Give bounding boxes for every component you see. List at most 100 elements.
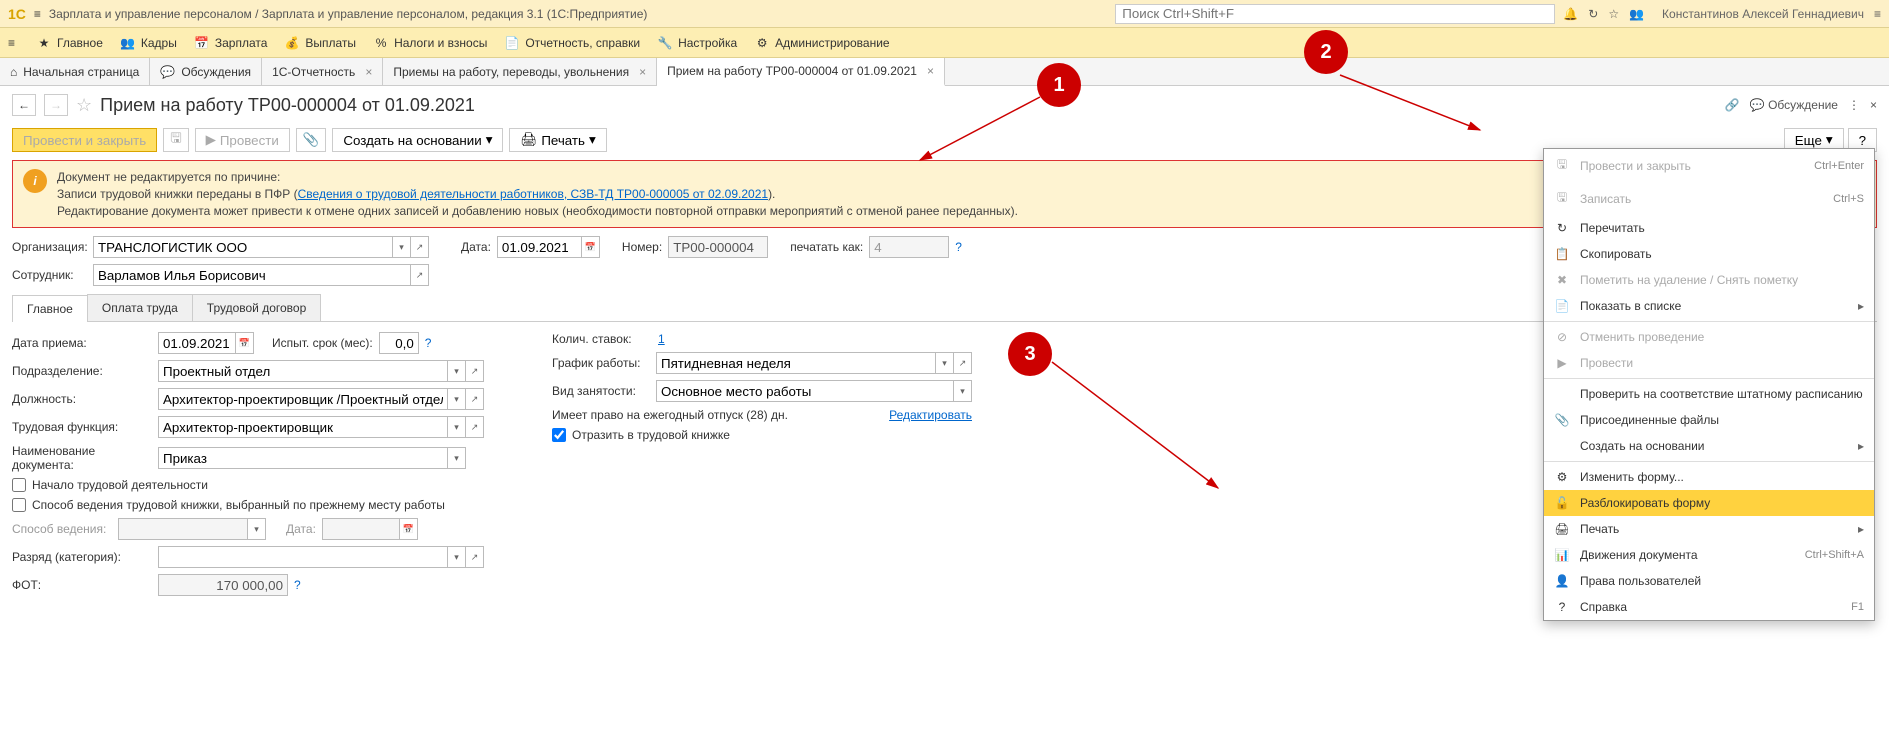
emp-input[interactable] (93, 264, 411, 286)
more-menu-item[interactable]: ⊘Отменить проведение (1544, 324, 1874, 350)
menu-nastroyka[interactable]: 🔧Настройка (658, 36, 737, 50)
menu-admin[interactable]: ⚙Администрирование (755, 36, 889, 50)
more-menu-item[interactable]: 📊Движения документаCtrl+Shift+A (1544, 542, 1874, 568)
close-icon[interactable]: × (639, 65, 646, 79)
more-menu-item[interactable]: Создать на основании▸ (1544, 433, 1874, 459)
more-menu-item[interactable]: ?СправкаF1 (1544, 594, 1874, 620)
post-button[interactable]: ▶ Провести (195, 128, 290, 152)
more-icon[interactable]: ⋮ (1848, 98, 1860, 112)
close-icon[interactable]: × (1870, 98, 1877, 112)
chk-start[interactable] (12, 478, 26, 492)
tab-discuss[interactable]: 💬Обсуждения (150, 58, 262, 85)
help-icon[interactable]: ? (294, 578, 301, 592)
ftab-contract[interactable]: Трудовой договор (192, 294, 321, 321)
open-icon[interactable]: ↗ (466, 388, 484, 410)
home-tab[interactable]: ⌂Начальная страница (0, 58, 150, 85)
burger-icon[interactable]: ≡ (34, 7, 41, 21)
menu-kadry[interactable]: 👥Кадры (121, 36, 177, 50)
close-icon[interactable]: × (365, 65, 372, 79)
menu-icon[interactable]: ≡ (1874, 7, 1881, 21)
menu-item-icon: 🖫 (1554, 188, 1570, 209)
chevron-down-icon[interactable]: ▾ (448, 546, 466, 568)
hire-date-input[interactable] (158, 332, 236, 354)
org-input[interactable] (93, 236, 393, 258)
more-menu-item[interactable]: 📎Присоединенные файлы (1544, 407, 1874, 433)
open-icon[interactable]: ↗ (411, 236, 429, 258)
func-input[interactable] (158, 416, 448, 438)
docname-input[interactable] (158, 447, 448, 469)
chevron-down-icon[interactable]: ▾ (448, 388, 466, 410)
back-button[interactable]: ← (12, 94, 36, 116)
tab-1c-report[interactable]: 1С-Отчетность× (262, 58, 383, 85)
dept-input[interactable] (158, 360, 448, 382)
schedule-input[interactable] (656, 352, 936, 374)
more-menu-item[interactable]: 📄Показать в списке▸ (1544, 293, 1874, 319)
discuss-link[interactable]: 💬 Обсуждение (1750, 98, 1838, 112)
chk-method[interactable] (12, 498, 26, 512)
close-icon[interactable]: × (927, 64, 934, 78)
attach-button[interactable]: 📎 (296, 128, 327, 152)
chevron-down-icon[interactable]: ▾ (393, 236, 411, 258)
calendar-icon[interactable]: 📅 (582, 236, 600, 258)
bell-icon[interactable]: 🔔 (1563, 7, 1578, 21)
more-menu-item[interactable]: ⚙Изменить форму... (1544, 464, 1874, 490)
post-close-button[interactable]: Провести и закрыть (12, 128, 157, 152)
tab-doc[interactable]: Прием на работу ТР00-000004 от 01.09.202… (657, 58, 945, 86)
user-name[interactable]: Константинов Алексей Геннадиевич (1662, 7, 1864, 21)
emptype-input[interactable] (656, 380, 954, 402)
more-menu-item[interactable]: 🖫ЗаписатьCtrl+S (1544, 182, 1874, 215)
global-search-input[interactable] (1115, 4, 1555, 24)
chevron-down-icon[interactable]: ▾ (448, 416, 466, 438)
user-icon[interactable]: 👥 (1629, 7, 1644, 21)
chevron-down-icon[interactable]: ▾ (936, 352, 954, 374)
date-input[interactable] (497, 236, 582, 258)
more-menu-item[interactable]: 🔓Разблокировать форму (1544, 490, 1874, 516)
warn-link[interactable]: Сведения о трудовой деятельности работни… (298, 187, 768, 201)
pos-input[interactable] (158, 388, 448, 410)
save-button[interactable]: 🖫 (163, 128, 188, 152)
help-icon[interactable]: ? (425, 336, 432, 350)
calendar-icon[interactable]: 📅 (400, 518, 418, 540)
menu-zarplata[interactable]: 📅Зарплата (195, 36, 268, 50)
open-icon[interactable]: ↗ (411, 264, 429, 286)
chevron-down-icon[interactable]: ▾ (954, 380, 972, 402)
more-menu-item[interactable]: 📋Скопировать (1544, 241, 1874, 267)
open-icon[interactable]: ↗ (466, 546, 484, 568)
open-icon[interactable]: ↗ (954, 352, 972, 374)
post-icon: ▶ (206, 132, 216, 148)
create-based-button[interactable]: Создать на основании ▾ (332, 128, 503, 152)
more-menu-item[interactable]: ▶Провести (1544, 350, 1874, 376)
rank-input[interactable] (158, 546, 448, 568)
menu-nalogi[interactable]: %Налоги и взносы (374, 36, 487, 50)
menu-main[interactable]: ★Главное (37, 36, 103, 50)
rates-link[interactable]: 1 (658, 332, 665, 346)
open-icon[interactable]: ↗ (466, 416, 484, 438)
ftab-main[interactable]: Главное (12, 295, 88, 322)
tab-hires[interactable]: Приемы на работу, переводы, увольнения× (383, 58, 657, 85)
history-icon[interactable]: ↻ (1588, 7, 1598, 21)
ftab-pay[interactable]: Оплата труда (87, 294, 193, 321)
chevron-down-icon[interactable]: ▾ (448, 447, 466, 469)
star-icon[interactable]: ☆ (1608, 7, 1619, 21)
favorite-icon[interactable]: ☆ (76, 95, 92, 116)
chevron-down-icon[interactable]: ▾ (248, 518, 266, 540)
forward-button[interactable]: → (44, 94, 68, 116)
chevron-down-icon[interactable]: ▾ (448, 360, 466, 382)
menu-vyplaty[interactable]: 💰Выплаты (285, 36, 356, 50)
calendar-icon[interactable]: 📅 (236, 332, 254, 354)
more-menu-item[interactable]: ↻Перечитать (1544, 215, 1874, 241)
more-menu-item[interactable]: Проверить на соответствие штатному распи… (1544, 381, 1874, 407)
menu-otchet[interactable]: 📄Отчетность, справки (505, 36, 640, 50)
help-icon[interactable]: ? (955, 240, 962, 254)
link-icon[interactable]: 🔗 (1725, 98, 1740, 112)
trial-input[interactable] (379, 332, 419, 354)
more-menu-item[interactable]: 🖨Печать▸ (1544, 516, 1874, 542)
chk-workbook[interactable] (552, 428, 566, 442)
menu-toggle-icon[interactable]: ≡ (8, 36, 15, 50)
print-button[interactable]: 🖨 Печать ▾ (509, 128, 606, 152)
more-menu-item[interactable]: 👤Права пользователей (1544, 568, 1874, 594)
vacation-edit-link[interactable]: Редактировать (889, 408, 972, 422)
more-menu-item[interactable]: 🖫Провести и закрытьCtrl+Enter (1544, 149, 1874, 182)
more-menu-item[interactable]: ✖Пометить на удаление / Снять пометку (1544, 267, 1874, 293)
open-icon[interactable]: ↗ (466, 360, 484, 382)
